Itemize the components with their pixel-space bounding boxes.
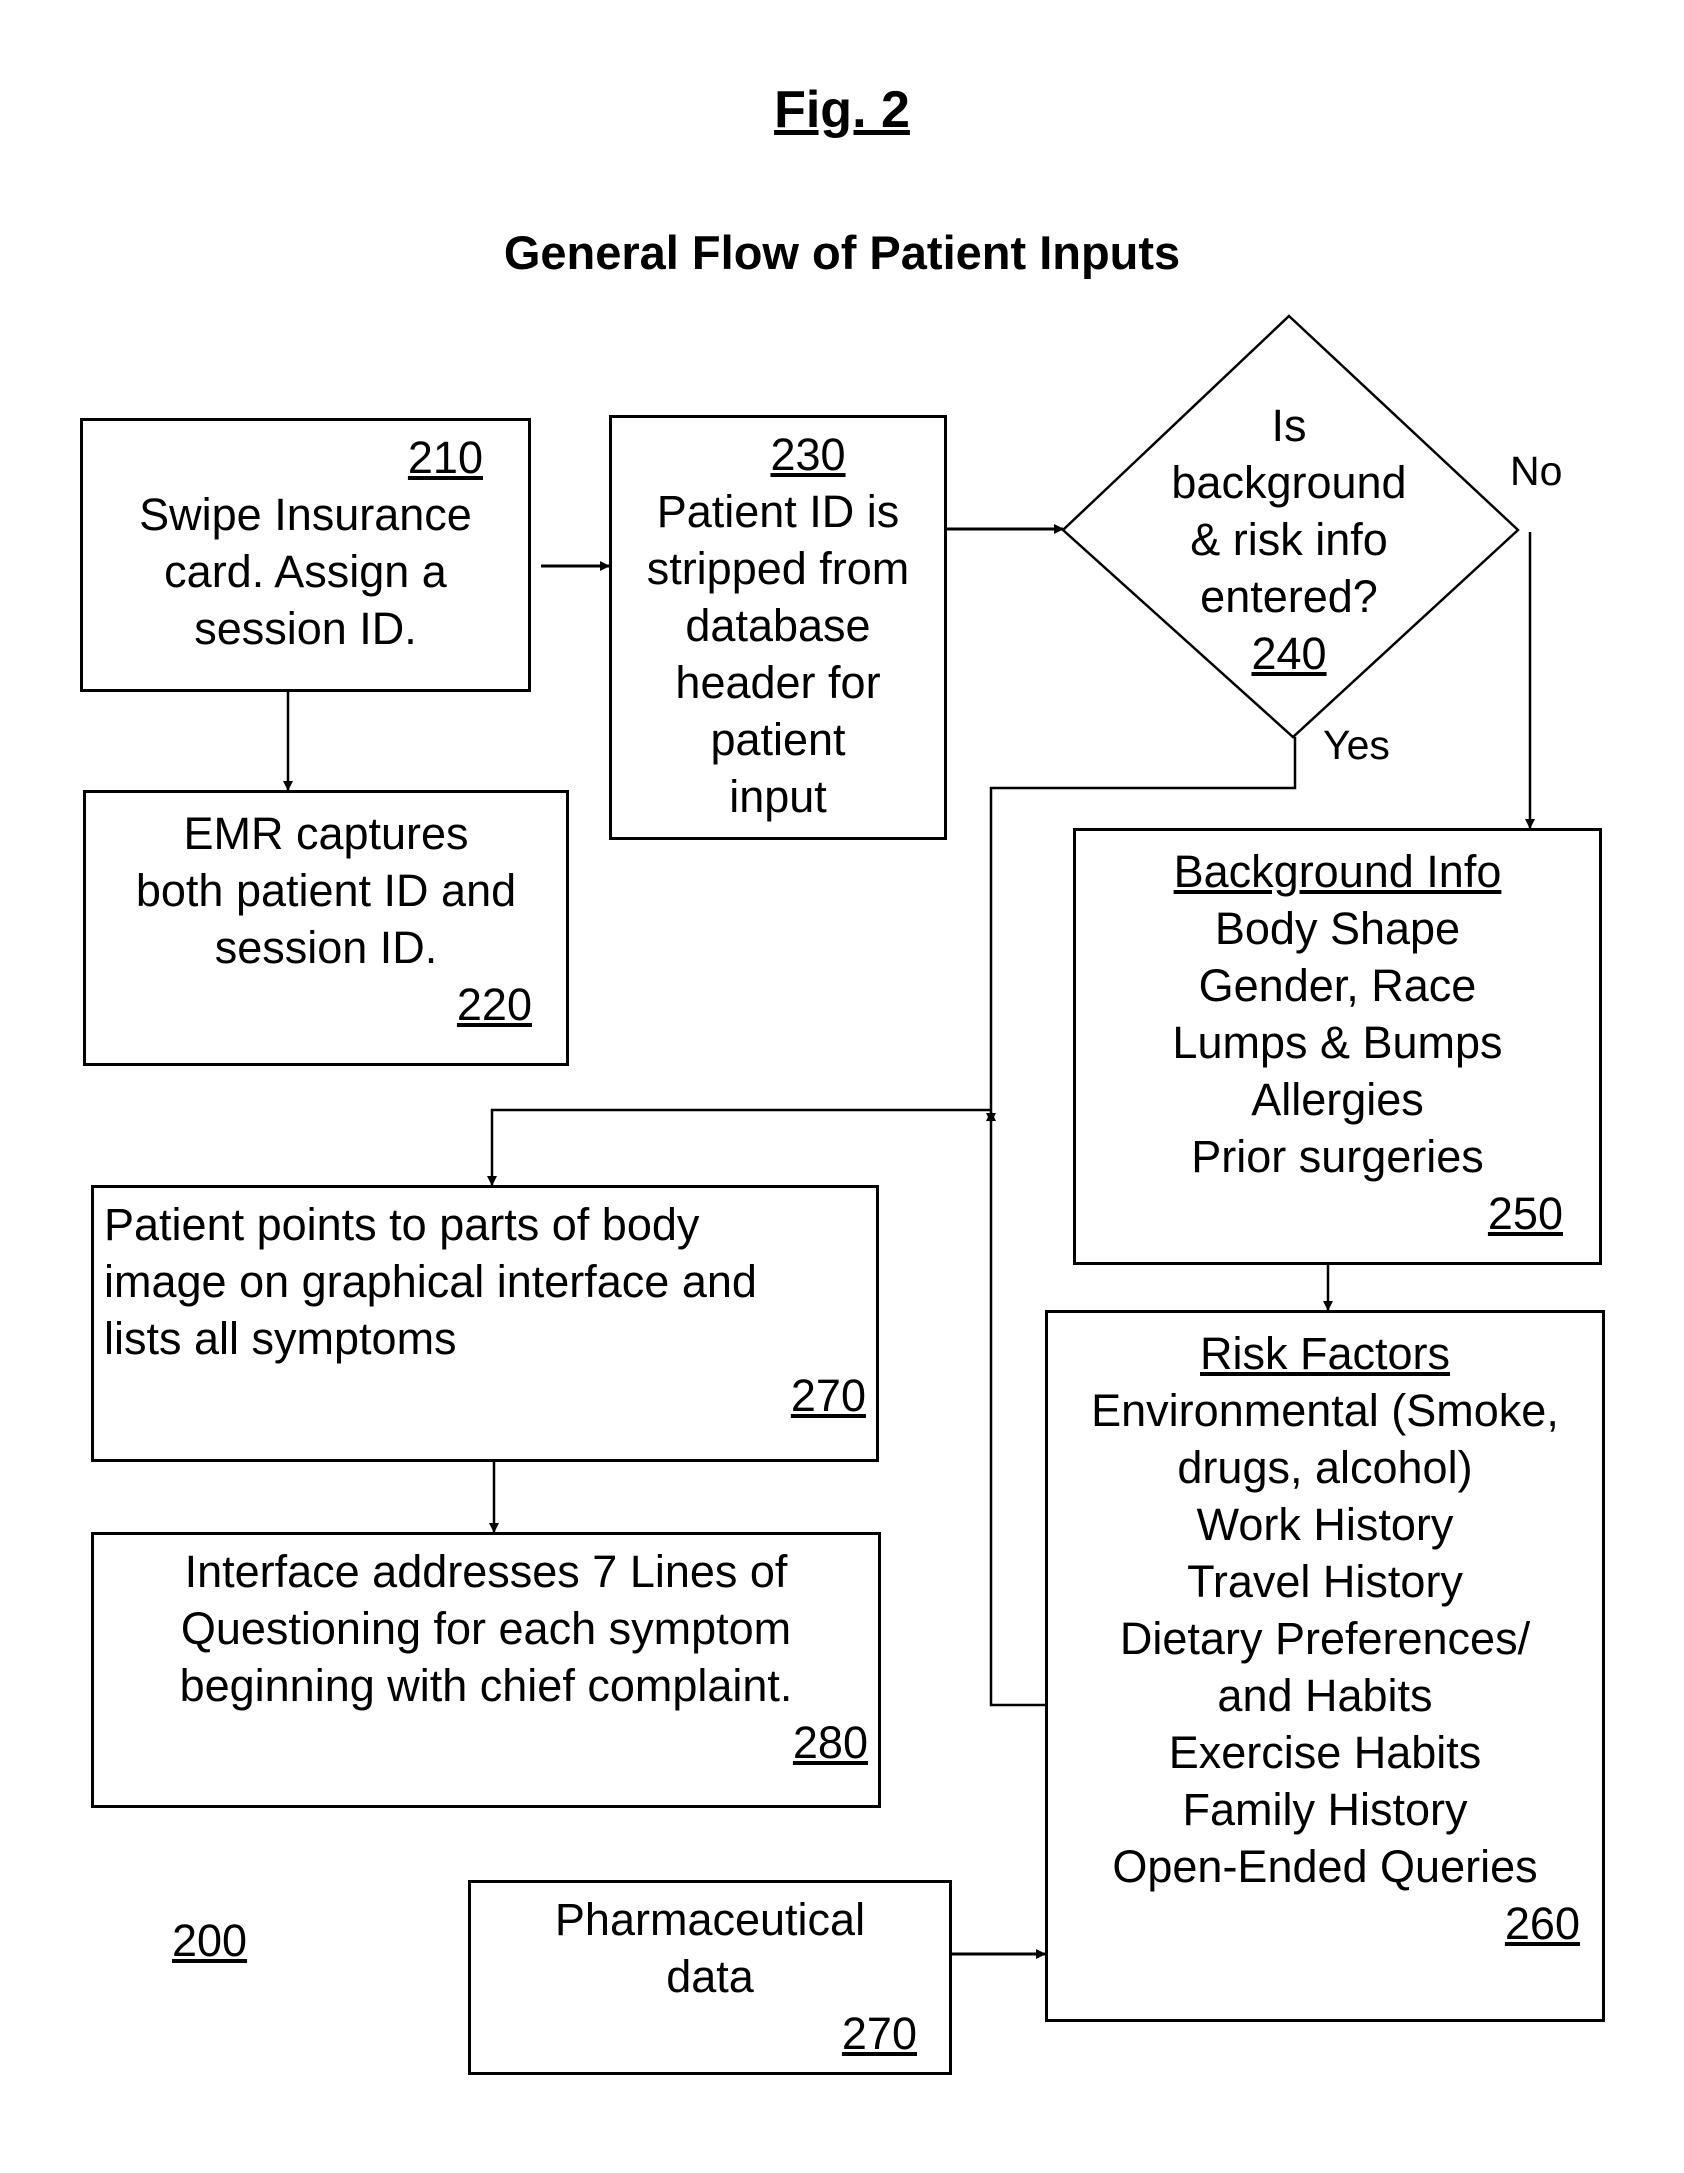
node-230-patient-id-stripped: 230 Patient ID is stripped from database… bbox=[609, 415, 947, 840]
node-270-pharmaceutical-data: Pharmaceutical data 270 bbox=[468, 1880, 952, 2075]
node-240-decision: Is background & risk info entered? 240 bbox=[1171, 400, 1407, 679]
arrow-to-270a bbox=[487, 1108, 991, 1186]
node-210-swipe-insurance: 210 Swipe Insurance card. Assign a sessi… bbox=[80, 418, 531, 692]
node-270-patient-points-body: Patient points to parts of body image on… bbox=[91, 1185, 879, 1462]
diagram-ref-200: 200 bbox=[172, 1915, 248, 1966]
node-250-background-info: Background Info Body Shape Gender, Race … bbox=[1073, 828, 1602, 1265]
ref-270-body: 270 bbox=[790, 1370, 866, 1421]
node-280-seven-lines-questioning: Interface addresses 7 Lines of Questioni… bbox=[91, 1532, 881, 1808]
node-220-emr-captures: EMR captures both patient ID and session… bbox=[83, 790, 569, 1066]
ref-240: 240 bbox=[1251, 628, 1327, 679]
heading-background-info: Background Info bbox=[1173, 846, 1502, 897]
ref-280: 280 bbox=[792, 1717, 868, 1768]
ref-210: 210 bbox=[407, 432, 483, 483]
edge-label-yes: Yes bbox=[1323, 722, 1390, 768]
ref-260: 260 bbox=[1504, 1898, 1580, 1949]
ref-230: 230 bbox=[770, 429, 846, 480]
ref-270-pharma: 270 bbox=[841, 2008, 917, 2059]
edge-label-no: No bbox=[1510, 448, 1563, 494]
heading-risk-factors: Risk Factors bbox=[1199, 1328, 1451, 1379]
ref-220: 220 bbox=[456, 979, 532, 1030]
node-260-risk-factors: Risk Factors Environmental (Smoke, drugs… bbox=[1045, 1310, 1605, 2022]
arrow-260-loop bbox=[986, 1111, 1045, 1707]
ref-250: 250 bbox=[1487, 1188, 1563, 1239]
